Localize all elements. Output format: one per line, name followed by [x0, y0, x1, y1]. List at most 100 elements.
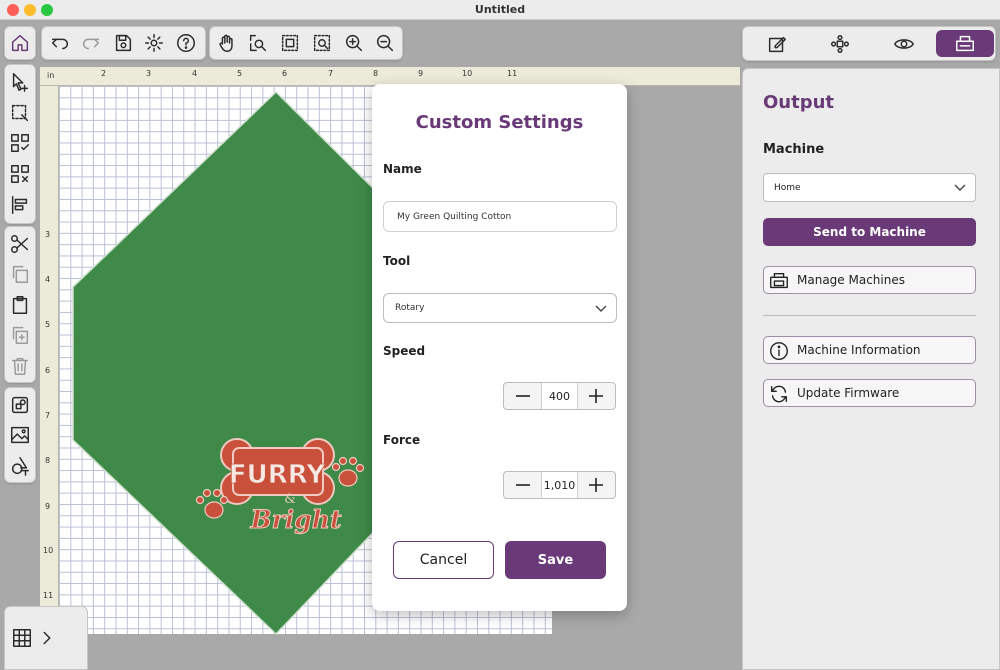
zoom-selection-icon[interactable]	[244, 29, 272, 57]
ruler-top-label: 3	[146, 69, 152, 78]
redo-icon[interactable]	[77, 29, 105, 57]
send-to-machine-button[interactable]: Send to Machine	[763, 218, 976, 246]
name-field[interactable]: My Green Quilting Cotton	[383, 201, 617, 232]
group-icon[interactable]	[6, 129, 34, 157]
undo-icon[interactable]	[46, 29, 74, 57]
left-toolbar-edit	[4, 226, 36, 383]
home-bar	[4, 26, 36, 60]
help-icon[interactable]	[172, 29, 200, 57]
ruler-unit: in	[47, 71, 55, 80]
ruler-top-label: 7	[328, 69, 334, 78]
duplicate-icon[interactable]	[6, 321, 34, 349]
update-firmware-label: Update Firmware	[797, 386, 900, 400]
left-toolbar-select	[4, 64, 36, 224]
left-toolbar-insert	[4, 387, 36, 483]
chevron-down-icon	[594, 302, 608, 316]
output-icon[interactable]	[951, 30, 979, 58]
force-value[interactable]: 1,010	[541, 472, 578, 498]
force-stepper: 1,010	[503, 471, 616, 499]
ruler-top-label: 2	[101, 69, 107, 78]
output-panel: Output Machine Home Send to Machine Mana…	[742, 68, 1000, 670]
ruler-left-label: 7	[45, 411, 51, 420]
ruler-top-label: 5	[237, 69, 243, 78]
machine-select-value: Home	[774, 182, 801, 193]
cut-icon[interactable]	[6, 230, 34, 258]
ruler-left-label: 3	[45, 230, 51, 239]
ruler-left-label: 6	[45, 366, 51, 375]
ruler-left-label: 11	[43, 591, 54, 600]
top-toolbar	[41, 26, 206, 60]
tool-select-value: Rotary	[395, 303, 425, 313]
ruler-left-label: 5	[45, 320, 51, 329]
tool-select[interactable]: Rotary	[383, 293, 617, 323]
manage-machines-button[interactable]: Manage Machines	[763, 266, 976, 294]
paste-icon[interactable]	[6, 291, 34, 319]
ruler-top-label: 10	[462, 69, 473, 78]
dialog-title: Custom Settings	[415, 112, 584, 133]
speed-stepper: 400	[503, 382, 616, 410]
chevron-down-icon	[953, 181, 967, 195]
save-icon[interactable]	[109, 29, 137, 57]
zoom-fit-icon[interactable]	[276, 29, 304, 57]
force-increase-button[interactable]	[578, 472, 615, 498]
speed-label: Speed	[383, 344, 426, 358]
tool-label: Tool	[383, 254, 411, 268]
select-add-icon[interactable]	[6, 68, 34, 96]
ruler-left-label: 8	[45, 456, 51, 465]
printer-icon	[768, 270, 790, 292]
ungroup-icon[interactable]	[6, 160, 34, 188]
ruler-left-label: 10	[43, 546, 54, 555]
save-button[interactable]: Save	[505, 541, 606, 579]
panel-title: Output	[763, 92, 835, 113]
mode-output-tab[interactable]	[936, 30, 994, 57]
chevron-right-icon[interactable]	[33, 624, 61, 652]
mode-bar	[742, 26, 996, 61]
arrange-icon[interactable]	[826, 30, 854, 58]
ruler-top-label: 8	[373, 69, 379, 78]
force-decrease-button[interactable]	[504, 472, 541, 498]
zoom-page-icon[interactable]	[308, 29, 336, 57]
shapes-text-icon[interactable]	[6, 452, 34, 480]
ruler-top-label: 9	[418, 69, 424, 78]
edit-icon[interactable]	[763, 30, 791, 58]
section-divider	[763, 315, 976, 316]
ruler-top-label: 4	[192, 69, 198, 78]
update-firmware-button[interactable]: Update Firmware	[763, 379, 976, 407]
info-icon	[768, 340, 790, 362]
zoom-in-icon[interactable]	[340, 29, 368, 57]
machine-information-label: Machine Information	[797, 343, 921, 357]
ruler-vertical: 3 4 5 6 7 8 9 10 11	[40, 86, 59, 641]
machine-label: Machine	[763, 142, 825, 157]
grid-icon[interactable]	[8, 624, 36, 652]
align-icon[interactable]	[6, 191, 34, 219]
delete-icon[interactable]	[6, 352, 34, 380]
preview-icon[interactable]	[890, 30, 918, 58]
title-bar: Untitled	[0, 0, 1000, 20]
trace-image-icon[interactable]	[6, 421, 34, 449]
refresh-icon	[768, 383, 790, 405]
speed-value[interactable]: 400	[541, 383, 578, 409]
arrange-image-icon[interactable]	[6, 391, 34, 419]
ruler-top-label: 11	[507, 69, 518, 78]
machine-information-button[interactable]: Machine Information	[763, 336, 976, 364]
marquee-select-icon[interactable]	[6, 99, 34, 127]
machine-select[interactable]: Home	[763, 173, 976, 202]
grid-toggle-panel[interactable]	[4, 606, 88, 670]
zoom-out-icon[interactable]	[371, 29, 399, 57]
settings-icon[interactable]	[140, 29, 168, 57]
name-label: Name	[383, 162, 422, 176]
hand-icon[interactable]	[213, 29, 241, 57]
ruler-left-label: 9	[45, 502, 51, 511]
manage-machines-label: Manage Machines	[797, 273, 905, 287]
window-title: Untitled	[474, 3, 526, 16]
ruler-top-label: 6	[282, 69, 288, 78]
ruler-left-label: 4	[45, 275, 51, 284]
view-toolbar	[209, 26, 403, 60]
cancel-button[interactable]: Cancel	[393, 541, 494, 579]
copy-icon[interactable]	[6, 260, 34, 288]
speed-increase-button[interactable]	[578, 383, 615, 409]
force-label: Force	[383, 433, 421, 447]
custom-settings-dialog: Custom Settings Name My Green Quilting C…	[372, 84, 627, 611]
speed-decrease-button[interactable]	[504, 383, 541, 409]
home-icon[interactable]	[6, 29, 34, 57]
